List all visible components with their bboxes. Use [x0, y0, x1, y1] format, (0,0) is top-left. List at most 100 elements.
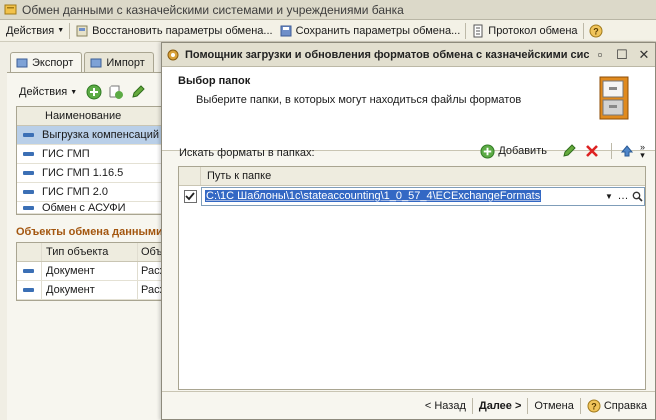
help-icon: ?	[589, 24, 603, 37]
next-button[interactable]: Далее >	[475, 396, 526, 416]
row-icon	[23, 133, 34, 137]
restore-settings-button[interactable]: Восстановить параметры обмена...	[72, 21, 275, 41]
exchange-log-button[interactable]: Протокол обмена	[468, 21, 580, 41]
path-select-button[interactable]: …	[616, 188, 630, 205]
import-icon	[90, 58, 102, 68]
step-title: Выбор папок	[178, 75, 251, 87]
save-icon	[280, 25, 292, 36]
save-settings-label: Сохранить параметры обмена...	[295, 24, 461, 37]
edit-icon[interactable]	[130, 84, 146, 100]
list-item-label: Обмен с АСУФИ	[42, 202, 126, 214]
cancel-button[interactable]: Отмена	[530, 396, 577, 416]
move-up-icon[interactable]	[620, 144, 634, 158]
list-header: Наименование	[17, 107, 165, 126]
svg-text:?: ?	[593, 26, 599, 36]
row-icon	[23, 205, 34, 210]
restore-icon	[76, 25, 88, 36]
edit-icon[interactable]	[561, 143, 577, 159]
folders-toolbar: Добавить » ▾	[480, 143, 645, 160]
help-button[interactable]: ?	[586, 21, 609, 41]
list-item[interactable]: Обмен с АСУФИ	[17, 202, 165, 214]
maximize-button[interactable]: ☐	[611, 45, 633, 65]
toolbar-divider	[582, 22, 584, 39]
row-icon	[23, 269, 34, 273]
minimize-button[interactable]: ▫	[589, 45, 611, 65]
magnifier-icon	[632, 191, 643, 202]
tabs-bar: Экспорт Импорт	[10, 52, 156, 73]
table-row[interactable]: C:\1C Шаблоны\1c\stateaccounting\1_0_57_…	[179, 186, 645, 206]
list-item[interactable]: ГИС ГМП 2.0	[17, 183, 165, 202]
copy-icon[interactable]	[108, 84, 124, 100]
dialog-header: Выбор папок Выберите папки, в которых мо…	[162, 67, 655, 151]
dialog-title-bar: Помощник загрузки и обновления форматов …	[162, 43, 655, 67]
list-item[interactable]: ГИС ГМП	[17, 145, 165, 164]
back-button[interactable]: < Назад	[421, 396, 470, 416]
chevron-down-icon: ▼	[57, 27, 65, 34]
row-icon	[23, 288, 34, 292]
format-wizard-dialog: Помощник загрузки и обновления форматов …	[161, 42, 656, 420]
list-item[interactable]: ГИС ГМП 1.16.5	[17, 164, 165, 183]
actions-menu-label: Действия	[6, 24, 55, 37]
path-column-header: Путь к папке	[207, 170, 272, 182]
help-icon: ?	[587, 399, 601, 412]
tab-import-label: Импорт	[106, 57, 145, 69]
main-toolbar: Действия ▼ Восстановить параметры обмена.…	[0, 20, 656, 42]
table-row[interactable]: Документ Расход	[17, 281, 165, 300]
dialog-footer: < Назад Далее > Отмена ? Справка	[162, 391, 655, 419]
row-icon	[23, 190, 34, 194]
panel-actions-menu-button[interactable]: Действия ▼	[16, 82, 80, 102]
dialog-title: Помощник загрузки и обновления форматов …	[185, 48, 589, 61]
app-form-icon	[4, 4, 17, 15]
objects-table-header: Тип объекта Объект	[17, 243, 165, 262]
tab-export-label: Экспорт	[32, 57, 74, 69]
table-row[interactable]: Документ Расход	[17, 262, 165, 281]
maximize-icon: ☐	[616, 46, 628, 62]
next-button-label: Далее >	[478, 399, 522, 412]
tab-import[interactable]: Импорт	[84, 52, 154, 73]
folders-table: Путь к папке C:\1C Шаблоны\1c\stateaccou…	[178, 166, 646, 390]
close-button[interactable]: ✕	[633, 45, 655, 65]
ellipsis-icon: …	[617, 190, 629, 202]
row-icon	[23, 152, 34, 156]
table-cell: Документ	[41, 281, 137, 299]
list-item-label: ГИС ГМП 2.0	[42, 186, 108, 198]
panel-actions-bar: Действия ▼	[16, 82, 146, 102]
step-subtitle: Выберите папки, в которых могут находить…	[196, 94, 522, 106]
checkmark-icon	[185, 192, 195, 201]
export-icon	[16, 58, 28, 68]
path-dropdown-button[interactable]: ▼	[602, 188, 616, 205]
toolbar-divider	[610, 143, 612, 159]
column-header: Тип объекта	[41, 243, 137, 261]
log-icon	[473, 24, 483, 37]
save-settings-button[interactable]: Сохранить параметры обмена...	[276, 21, 464, 41]
objects-table: Тип объекта Объект Документ Расход Докум…	[16, 242, 166, 301]
list-item-label: Выгрузка компенсаций	[42, 129, 159, 141]
tab-export[interactable]: Экспорт	[10, 52, 83, 73]
folder-use-checkbox[interactable]	[183, 189, 197, 203]
add-icon[interactable]	[86, 84, 102, 100]
dialog-help-button[interactable]: ? Справка	[583, 396, 651, 416]
path-open-button[interactable]	[630, 188, 644, 205]
folder-path-input[interactable]: C:\1C Шаблоны\1c\stateaccounting\1_0_57_…	[201, 186, 645, 206]
more-chevron-icon[interactable]: » ▾	[640, 143, 645, 160]
footer-divider	[527, 397, 529, 414]
window-title-bar: Обмен данными с казначейскими системами …	[0, 0, 656, 20]
delete-icon[interactable]	[585, 144, 599, 158]
panel-actions-label: Действия	[19, 86, 68, 98]
toolbar-divider	[465, 22, 467, 39]
chevron-down-icon: ▼	[70, 88, 78, 96]
list-item-label: ГИС ГМП	[42, 148, 90, 160]
table-cell: Документ	[41, 262, 137, 280]
folder-path-value[interactable]: C:\1C Шаблоны\1c\stateaccounting\1_0_57_…	[205, 190, 542, 202]
toolbar-divider	[69, 22, 71, 39]
actions-menu-button[interactable]: Действия ▼	[3, 21, 67, 41]
add-folder-label: Добавить	[498, 145, 547, 157]
list-item[interactable]: Выгрузка компенсаций	[17, 126, 165, 145]
chevron-down-icon: ▼	[605, 191, 613, 201]
folders-table-header: Путь к папке	[179, 167, 645, 186]
svg-text:?: ?	[591, 401, 597, 411]
objects-section-title: Объекты обмена данными	[16, 226, 163, 238]
window-title: Обмен данными с казначейскими системами …	[22, 2, 404, 17]
minimize-icon: ▫	[597, 47, 603, 62]
add-folder-button[interactable]: Добавить	[480, 143, 547, 159]
